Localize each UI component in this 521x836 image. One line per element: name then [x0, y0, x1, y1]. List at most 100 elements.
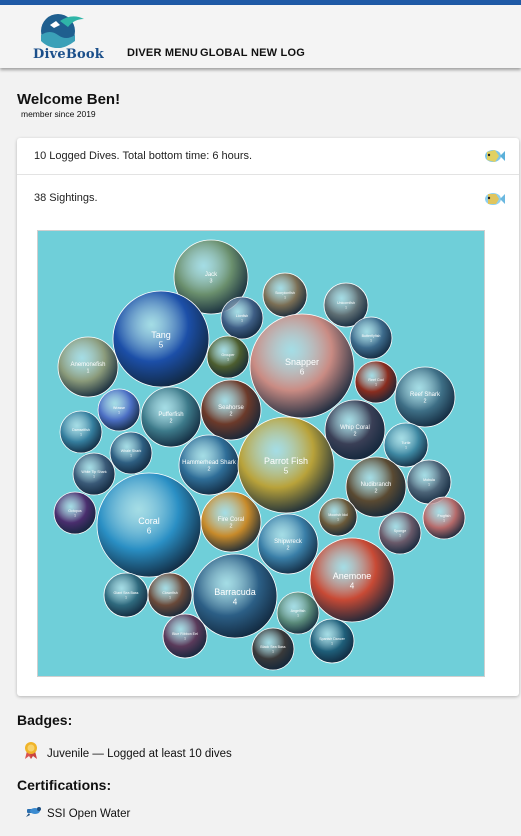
sighting-bubble[interactable]: Black Sea Bass1 [251, 627, 295, 671]
bubble-count: 1 [93, 474, 95, 478]
bubble-label: Sponge [394, 529, 406, 533]
sighting-bubble[interactable]: Spanish Dancer1 [309, 618, 355, 664]
bubble-count: 1 [405, 445, 407, 449]
bubble-label: Turtle [401, 441, 410, 445]
bubble-label: Moorish Idol [328, 513, 348, 517]
sighting-bubble[interactable]: Reef Shark2 [394, 366, 456, 428]
bubble-count: 1 [125, 595, 127, 599]
bubble-count: 1 [272, 649, 274, 653]
member-since: member since 2019 [21, 109, 96, 119]
bubble-label: Fire Coral [218, 517, 244, 523]
bubble-count: 1 [284, 295, 286, 299]
bubble-label: Reef Shark [410, 392, 441, 398]
bubble-label: Angelfish [291, 609, 306, 613]
bubble-label: Nudibranch [361, 482, 392, 488]
bubble-label: Giant Sea Bass [114, 591, 139, 595]
sighting-bubble[interactable]: Lionfish1 [220, 296, 264, 340]
bubble-label: Grouper [221, 353, 235, 357]
sighting-bubble[interactable]: Grouper1 [206, 335, 250, 379]
bubble-label: Octopus [68, 509, 82, 513]
bubble-count: 1 [130, 453, 132, 457]
bubble-label: Jack [205, 272, 218, 278]
welcome-title: Welcome Ben! [17, 91, 121, 108]
sighting-bubble[interactable]: Fire Coral2 [200, 491, 262, 553]
bubble-count: 1 [370, 338, 372, 342]
bubble-count: 2 [354, 432, 357, 438]
sighting-bubble[interactable]: Hammerhead Shark2 [178, 434, 240, 496]
bubble-label: Pufferfish [158, 412, 183, 418]
nav-global[interactable]: GLOBAL [200, 47, 248, 59]
bubble-count: 2 [208, 467, 211, 473]
bubble-count: 2 [230, 524, 233, 530]
nav-diver-menu[interactable]: DIVER MENU [127, 47, 198, 59]
bubble-label: Shipwreck [274, 539, 303, 545]
bubble-count: 2 [170, 419, 173, 425]
logo-text: DiveBook [33, 47, 104, 62]
stats-card: 10 Logged Dives. Total bottom time: 6 ho… [17, 138, 519, 696]
sighting-bubble[interactable]: Tang5 [112, 290, 210, 388]
bubble-label: Wrasse [113, 406, 125, 410]
bubble-label: Scorpionfish [275, 291, 295, 295]
sighting-bubble[interactable]: Barracuda4 [192, 553, 278, 639]
bubble-label: Mobula [423, 478, 435, 482]
bubble-count: 1 [118, 410, 120, 414]
app-header: DiveBook DIVER MENU GLOBAL NEW LOG [0, 5, 521, 68]
bubble-count: 2 [375, 489, 378, 495]
sightings-summary: 38 Sightings. [34, 192, 98, 204]
sighting-bubble[interactable]: Giant Sea Bass1 [103, 572, 149, 618]
bubble-label: Lionfish [236, 314, 248, 318]
card-divider [17, 174, 519, 175]
sighting-bubble[interactable]: Anemonefish1 [57, 336, 119, 398]
bubble-label: Anemone [333, 571, 372, 581]
logo-icon [41, 14, 84, 48]
dives-summary: 10 Logged Dives. Total bottom time: 6 ho… [34, 150, 253, 162]
bubble-label: Blue Ribbon Eel [172, 632, 198, 636]
nav-new-log[interactable]: NEW LOG [251, 47, 305, 59]
sighting-bubble[interactable]: Coral6 [96, 472, 202, 578]
bubble-label: Frogfish [438, 514, 451, 518]
bubble-count: 2 [287, 546, 290, 552]
sighting-bubble[interactable]: Clownfish1 [147, 572, 193, 618]
bubble-label: Whale Shark [121, 449, 142, 453]
sightings-bubble-chart: Jack 3 Scorpionfish 1 Lionfish 1 Unicornfish 1 T… [37, 230, 485, 677]
divebook-logo[interactable]: DiveBook [30, 11, 104, 65]
bubble-count: 4 [350, 582, 355, 591]
sighting-bubble[interactable]: Moorish Idol1 [318, 497, 358, 537]
sighting-bubble[interactable]: Octopus1 [53, 491, 97, 535]
bubble-count: 1 [428, 482, 430, 486]
sighting-bubble[interactable]: Blue Ribbon Eel1 [162, 613, 208, 659]
bubble-label: Snapper [285, 357, 319, 367]
sighting-bubble[interactable]: Angelfish1 [276, 591, 320, 635]
sighting-bubble[interactable]: Anemone4 [309, 537, 395, 623]
sighting-bubble[interactable]: Shipwreck2 [257, 513, 319, 575]
bubble-label: Black Sea Bass [260, 645, 285, 649]
fish-icon[interactable] [483, 147, 505, 165]
bubble-count: 4 [233, 598, 238, 607]
bubble-label: Spanish Dancer [319, 637, 345, 641]
sighting-bubble[interactable]: Wrasse1 [97, 388, 141, 432]
bubble-label: Reef Cod [368, 378, 383, 382]
sighting-bubble[interactable]: White Tip Shark1 [72, 452, 116, 496]
bubble-count: 5 [284, 467, 289, 476]
sighting-bubble[interactable]: Snapper6 [249, 313, 355, 419]
badges-title: Badges: [17, 712, 73, 728]
sighting-bubble[interactable]: Whip Coral2 [324, 399, 386, 461]
sighting-bubble[interactable]: Sponge1 [378, 511, 422, 555]
sighting-bubble[interactable]: Pufferfish2 [140, 386, 202, 448]
bubble-label: Parrot Fish [264, 456, 308, 466]
sighting-bubble[interactable]: Damselfish1 [59, 410, 103, 454]
tropical-fish-icon[interactable] [483, 190, 505, 208]
bubble-count: 6 [147, 527, 152, 536]
medal-icon [23, 741, 39, 759]
sighting-bubble[interactable]: Frogfish1 [422, 496, 466, 540]
sighting-bubble[interactable]: Whale Shark1 [109, 431, 153, 475]
sighting-bubble[interactable]: Parrot Fish5 [237, 416, 335, 514]
sighting-bubble[interactable]: Butterflyfish1 [349, 316, 393, 360]
certifications-title: Certifications: [17, 777, 112, 793]
cert-ssi-open-water: SSI Open Water [47, 808, 131, 820]
bubble-count: 1 [74, 513, 76, 517]
sighting-bubble[interactable]: Scorpionfish1 [262, 272, 308, 318]
bubble-label: Unicornfish [337, 301, 355, 305]
sighting-bubble[interactable]: Reef Cod1 [354, 360, 398, 404]
bubble-label: Clownfish [162, 591, 178, 595]
